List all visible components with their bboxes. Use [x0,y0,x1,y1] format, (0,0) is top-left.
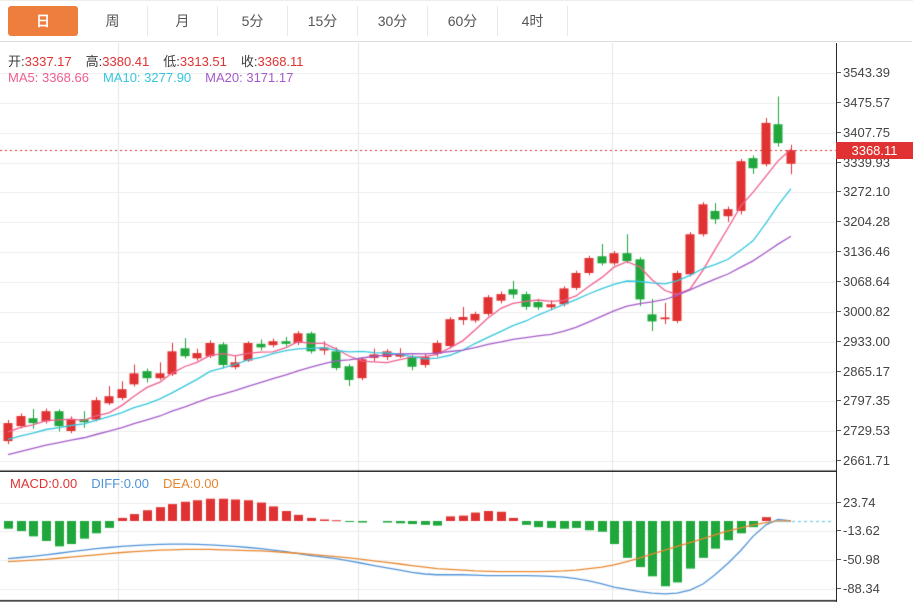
legend-label: MA20: [205,70,247,85]
legend-item: 高:3380.41 [86,54,150,69]
price-axis-label: 3407.75 [837,125,890,140]
legend-item: 开:3337.17 [8,54,72,69]
legend-label: 开: [8,54,25,69]
kline-chart-app: 日周月 5分 15分 30分 60分 4时 开:3337.17 高:3380.41 低:331… [0,0,913,604]
legend-item: 低:3313.51 [163,54,227,69]
price-axis-line [836,43,837,602]
legend-label: MA10: [102,70,145,85]
price-axis-label: 3272.10 [837,184,890,199]
legend-value: 0.00 [51,476,78,491]
price-axis-label: 3204.28 [837,214,890,229]
macd-chart-canvas[interactable] [0,472,836,602]
legend-value: 3171.17 [246,70,294,85]
price-axis-label: 2797.35 [837,393,890,408]
price-axis-label: 3000.82 [837,304,890,319]
legend-item: 收:3368.11 [241,54,304,69]
legend-item: DEA:0.00 [163,476,219,491]
legend-item: MACD:0.00 [10,476,77,491]
legend-value: 3277.90 [144,70,192,85]
tab-5min[interactable]: 5分 [218,6,288,36]
legend-value: 0.00 [123,476,150,491]
macd-axis-label: -88.34 [837,581,880,596]
tab-day[interactable]: 日 [8,6,78,36]
legend-value: 3380.41 [102,54,150,69]
candlestick-chart-canvas[interactable] [0,43,836,472]
legend-value: 3368.66 [41,70,89,85]
price-axis-label: 3543.39 [837,65,890,80]
macd-legend: MACD:0.00 DIFF:0.00 DEA:0.00 [10,476,233,491]
price-axis-label: 2865.17 [837,364,890,379]
macd-axis-label: 23.74 [837,495,876,510]
ma-legend: MA5: 3368.66 MA10: 3277.90 MA20: 3171.17 [8,70,307,85]
legend-item: DIFF:0.00 [91,476,149,491]
tab-week[interactable]: 周 [78,6,148,36]
legend-value: 3337.17 [24,54,72,69]
price-axis-label: 3068.64 [837,274,890,289]
legend-label: 收: [240,54,258,69]
legend-item: MA10: 3277.90 [103,70,191,85]
legend-label: MACD: [10,476,52,491]
ohlc-legend: 开:3337.17 高:3380.41 低:3313.51 收:3368.11 [8,51,318,70]
legend-value: 0.00 [193,476,219,491]
macd-axis-label: -13.62 [837,523,880,538]
price-axis-label: 2933.00 [837,334,890,349]
price-axis-label: 3136.46 [837,244,890,259]
last-price-badge: 3368.11 [836,142,913,159]
price-axis-label: 2661.71 [837,453,890,468]
timeframe-tabbar: 日周月 5分 15分 30分 60分 4时 [0,1,912,42]
macd-axis-label: -50.98 [837,552,880,567]
tab-15min[interactable]: 15分 [288,6,358,36]
legend-label: DIFF: [91,476,124,491]
legend-label: 高: [85,54,103,69]
legend-label: MA5: [8,70,42,85]
tab-month[interactable]: 月 [148,6,218,36]
legend-label: DEA: [163,476,194,491]
tab-4hour[interactable]: 4时 [498,6,568,36]
legend-item: MA5: 3368.66 [8,70,89,85]
legend-item: MA20: 3171.17 [205,70,293,85]
price-axis-label: 2729.53 [837,423,890,438]
legend-value: 3368.11 [257,54,304,69]
legend-label: 低: [163,54,180,69]
tab-60min[interactable]: 60分 [428,6,498,36]
price-axis-label: 3475.57 [837,95,890,110]
tab-30min[interactable]: 30分 [358,6,428,36]
legend-value: 3313.51 [179,54,227,69]
